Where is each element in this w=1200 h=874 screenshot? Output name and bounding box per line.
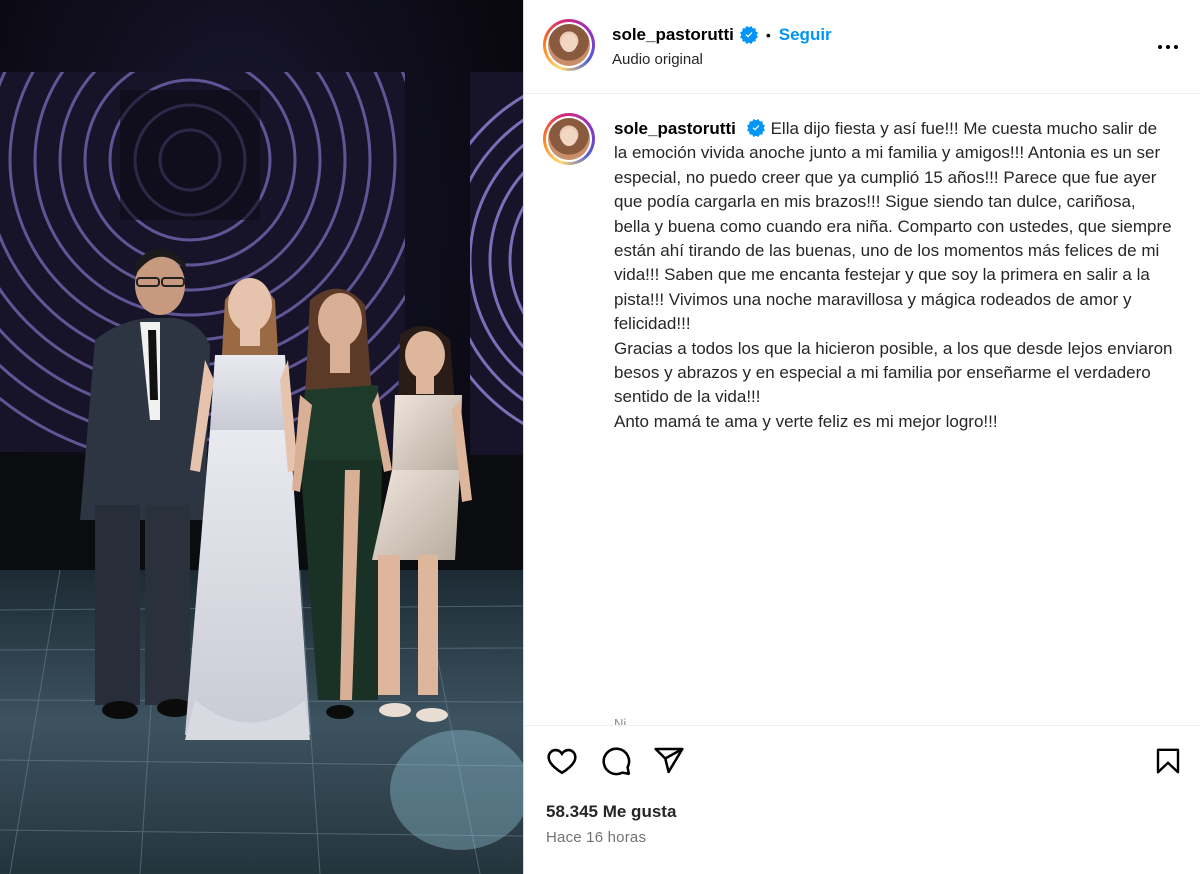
- post-side-panel: sole_pastorutti • Seguir Audio original …: [523, 0, 1200, 874]
- family-group-photo: [0, 0, 523, 874]
- caption-text: Ella dijo fiesta y así fue!!! Me cuesta …: [614, 119, 1173, 431]
- share-icon[interactable]: [652, 744, 686, 778]
- caption-area: sole_pastorutti Ella dijo fiesta y así f…: [524, 95, 1200, 725]
- header-user-row: sole_pastorutti • Seguir: [612, 24, 832, 46]
- more-options-icon[interactable]: [1155, 34, 1181, 60]
- post-actions: 58.345 Me gusta Hace 16 horas: [524, 725, 1200, 874]
- header-separator: •: [765, 27, 771, 43]
- audio-original-link[interactable]: Audio original: [612, 51, 703, 68]
- profile-photo-avatar: [548, 118, 590, 160]
- caption-avatar[interactable]: [543, 113, 595, 165]
- verified-badge-icon: [739, 26, 758, 44]
- heart-icon[interactable]: [545, 744, 579, 778]
- profile-avatar[interactable]: [543, 19, 595, 71]
- bookmark-icon[interactable]: [1151, 744, 1185, 778]
- post-photo[interactable]: [0, 0, 523, 874]
- post-caption: sole_pastorutti Ella dijo fiesta y así f…: [614, 117, 1174, 434]
- post-timestamp[interactable]: Hace 16 horas: [546, 829, 646, 846]
- profile-photo-avatar: [548, 24, 590, 66]
- verified-badge-icon: [746, 119, 765, 137]
- header-username[interactable]: sole_pastorutti: [612, 25, 734, 45]
- caption-username[interactable]: sole_pastorutti: [614, 119, 736, 138]
- instagram-post: sole_pastorutti • Seguir Audio original …: [0, 0, 1200, 874]
- post-header: sole_pastorutti • Seguir Audio original: [524, 0, 1200, 94]
- comment-icon[interactable]: [599, 744, 633, 778]
- follow-button[interactable]: Seguir: [779, 25, 832, 45]
- comment-peek: Ni...: [614, 716, 638, 725]
- likes-count[interactable]: 58.345 Me gusta: [546, 802, 676, 822]
